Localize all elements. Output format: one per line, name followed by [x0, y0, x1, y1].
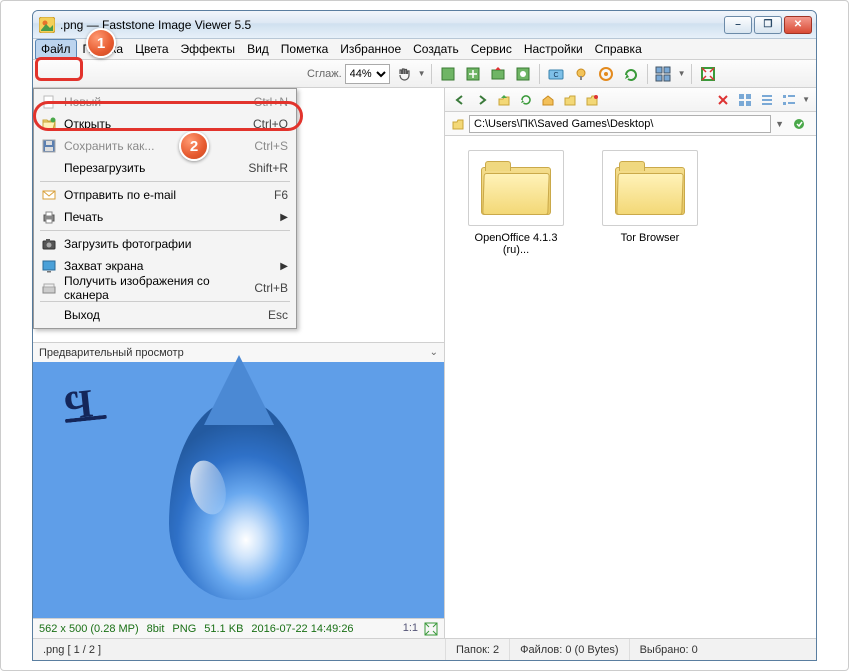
nav-back-icon[interactable]: [451, 91, 469, 109]
fullscreen-icon[interactable]: [697, 63, 719, 85]
smooth-label: Сглаж.: [307, 68, 342, 80]
delete-icon[interactable]: [714, 91, 732, 109]
scanner-icon: [38, 279, 60, 297]
menu-item-upload[interactable]: Загрузить фотографии: [36, 233, 294, 255]
callout-badge-1: 1: [86, 28, 116, 58]
status-files: Файлов: 0 (0 Bytes): [509, 639, 628, 660]
menu-mark[interactable]: Пометка: [275, 39, 335, 59]
view-mode-icon[interactable]: [653, 63, 675, 85]
menu-item-print[interactable]: Печать ▶: [36, 206, 294, 228]
menu-view[interactable]: Вид: [241, 39, 275, 59]
tool-icon-7[interactable]: [595, 63, 617, 85]
tool-icon-5[interactable]: C: [545, 63, 567, 85]
callout-badge-2: 2: [179, 131, 209, 161]
menu-colors[interactable]: Цвета: [129, 39, 174, 59]
info-size: 51.1 KB: [204, 623, 243, 635]
folder-icon: [468, 150, 564, 226]
status-filename: .png [ 1 / 2 ]: [33, 639, 445, 660]
titlebar: .png — Faststone Image Viewer 5.5 – ❐ ✕: [33, 11, 816, 39]
browser-file-list[interactable]: OpenOffice 4.1.3 (ru)... Tor Browser: [445, 136, 816, 638]
info-date: 2016-07-22 14:49:26: [251, 623, 353, 635]
tool-icon-4[interactable]: [512, 63, 534, 85]
menu-effects[interactable]: Эффекты: [175, 39, 242, 59]
window-title: .png — Faststone Image Viewer 5.5: [60, 18, 724, 32]
home-icon[interactable]: [539, 91, 557, 109]
main-toolbar: Сглаж. 44% ▼ C ▼: [33, 60, 816, 88]
hand-tool-icon[interactable]: [393, 63, 415, 85]
image-canvas: Новый Ctrl+N Открыть Ctrl+O Сохранить ка…: [33, 88, 444, 342]
camera-icon: [38, 235, 60, 253]
info-ratio: 1:1: [403, 622, 418, 636]
nav-forward-icon[interactable]: [473, 91, 491, 109]
tool-icon-8[interactable]: [620, 63, 642, 85]
menu-tools[interactable]: Сервис: [465, 39, 518, 59]
fit-icon[interactable]: [424, 622, 438, 636]
waterdrop-graphic: [169, 400, 309, 600]
screen-capture-icon: [38, 257, 60, 275]
menu-favorites[interactable]: Избранное: [334, 39, 407, 59]
menu-item-open[interactable]: Открыть Ctrl+O: [36, 113, 294, 135]
favorites-toolbar-icon[interactable]: [561, 91, 579, 109]
nav-up-icon[interactable]: [495, 91, 513, 109]
item-label: Tor Browser: [595, 232, 705, 244]
menu-item-reload[interactable]: Перезагрузить Shift+R: [36, 157, 294, 179]
folder-icon: [602, 150, 698, 226]
image-info-bar: 562 x 500 (0.28 MP) 8bit PNG 51.1 KB 201…: [33, 618, 444, 638]
tool-icon-1[interactable]: [437, 63, 459, 85]
menubar: Файл Правка Цвета Эффекты Вид Пометка Из…: [33, 39, 816, 60]
item-label: OpenOffice 4.1.3 (ru)...: [461, 232, 571, 256]
view-details-icon[interactable]: [758, 91, 776, 109]
menu-item-scan[interactable]: Получить изображения со сканера Ctrl+B: [36, 277, 294, 299]
path-input[interactable]: C:\Users\ПК\Saved Games\Desktop\: [469, 115, 771, 133]
browser-toolbar: ▼: [445, 88, 816, 112]
email-icon: [38, 186, 60, 204]
menu-settings[interactable]: Настройки: [518, 39, 589, 59]
refresh-icon[interactable]: [517, 91, 535, 109]
app-window: .png — Faststone Image Viewer 5.5 – ❐ ✕ …: [32, 10, 817, 661]
tool-icon-6[interactable]: [570, 63, 592, 85]
menu-item-exit[interactable]: Выход Esc: [36, 304, 294, 326]
menu-item-email[interactable]: Отправить по e-mail F6: [36, 184, 294, 206]
menu-file[interactable]: Файл: [35, 39, 77, 59]
annotation-scrawl: Ϥ: [61, 378, 107, 423]
new-folder-icon[interactable]: [583, 91, 601, 109]
preview-image: Ϥ: [33, 362, 444, 618]
list-item[interactable]: OpenOffice 4.1.3 (ru)...: [461, 150, 571, 256]
statusbar: .png [ 1 / 2 ] Папок: 2 Файлов: 0 (0 Byt…: [33, 638, 816, 660]
status-selected: Выбрано: 0: [629, 639, 708, 660]
status-folders: Папок: 2: [445, 639, 509, 660]
view-list-icon[interactable]: [780, 91, 798, 109]
path-folder-icon: [451, 117, 465, 131]
maximize-button[interactable]: ❐: [754, 16, 782, 34]
close-button[interactable]: ✕: [784, 16, 812, 34]
menu-create[interactable]: Создать: [407, 39, 465, 59]
info-depth: 8bit: [147, 623, 165, 635]
list-item[interactable]: Tor Browser: [595, 150, 705, 244]
tool-icon-2[interactable]: [462, 63, 484, 85]
tool-icon-3[interactable]: [487, 63, 509, 85]
print-icon: [38, 208, 60, 226]
collapse-icon[interactable]: ⌄: [430, 347, 438, 358]
file-menu-dropdown: Новый Ctrl+N Открыть Ctrl+O Сохранить ка…: [33, 88, 297, 329]
open-folder-icon: [38, 115, 60, 133]
path-go-icon[interactable]: [788, 113, 810, 135]
svg-text:C: C: [553, 72, 558, 79]
new-file-icon: [38, 93, 60, 111]
menu-item-saveas[interactable]: Сохранить как... Ctrl+S: [36, 135, 294, 157]
app-icon: [39, 17, 55, 33]
minimize-button[interactable]: –: [724, 16, 752, 34]
preview-title: Предварительный просмотр: [39, 347, 184, 359]
info-dimensions: 562 x 500 (0.28 MP): [39, 623, 139, 635]
menu-help[interactable]: Справка: [589, 39, 648, 59]
menu-item-new[interactable]: Новый Ctrl+N: [36, 91, 294, 113]
info-format: PNG: [172, 623, 196, 635]
zoom-select[interactable]: 44%: [345, 64, 390, 84]
path-dropdown-icon[interactable]: ▼: [775, 119, 784, 129]
view-large-icons-icon[interactable]: [736, 91, 754, 109]
save-icon: [38, 137, 60, 155]
